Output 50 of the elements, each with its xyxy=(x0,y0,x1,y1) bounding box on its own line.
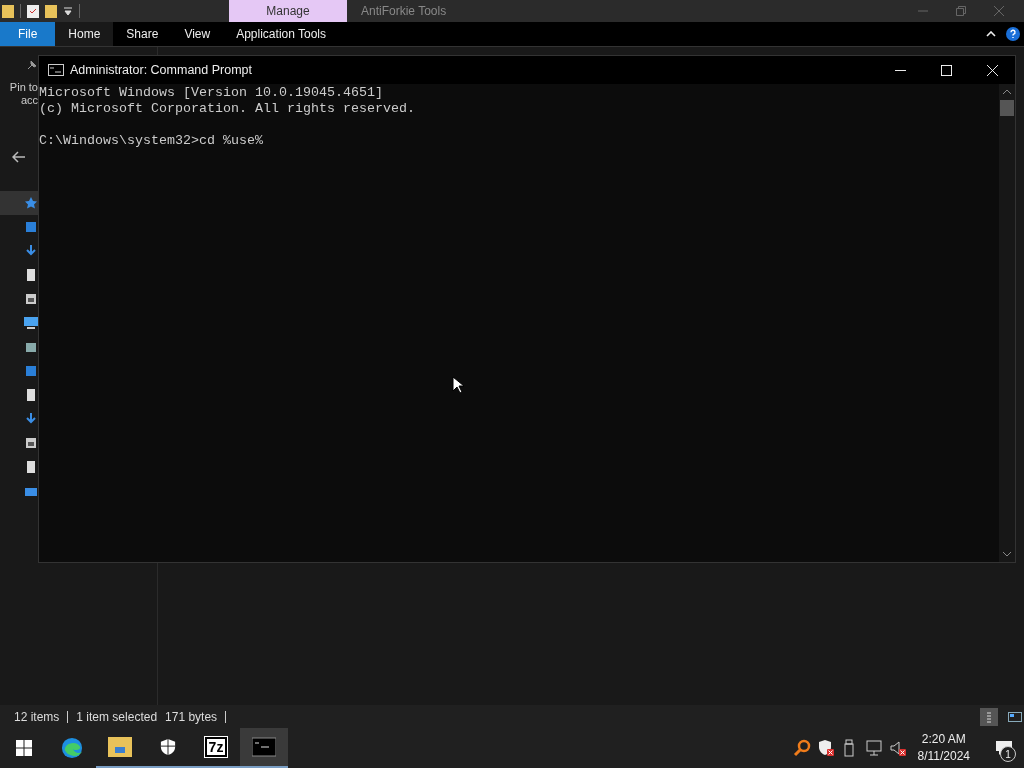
console-icon xyxy=(48,64,64,76)
scrollbar[interactable] xyxy=(999,84,1015,562)
tiles-icon xyxy=(1008,710,1022,723)
clock-date: 8/11/2024 xyxy=(917,748,970,765)
notifications-button[interactable]: 1 xyxy=(984,728,1024,768)
help-icon[interactable] xyxy=(1006,27,1020,41)
context-tab-label[interactable]: Manage xyxy=(229,0,347,22)
item-count: 12 items xyxy=(14,709,60,724)
ribbon-tab[interactable]: Application Tools xyxy=(223,22,340,46)
new-folder-icon[interactable] xyxy=(45,4,57,18)
archiver-logo: 7z xyxy=(204,737,228,757)
window-title: Administrator: Command Prompt xyxy=(70,63,252,77)
details-view-button[interactable] xyxy=(980,707,998,726)
dropdown-icon[interactable] xyxy=(63,6,73,16)
close-icon[interactable] xyxy=(994,6,1004,16)
scroll-thumb[interactable] xyxy=(1000,100,1014,116)
command-prompt-line[interactable]: C:\Windows\system32>cd %use% xyxy=(39,133,263,149)
selection-info: 1 item selected xyxy=(76,709,158,724)
computer-icon xyxy=(24,317,38,329)
mouse-pointer-icon xyxy=(452,376,464,394)
pin-label: acc xyxy=(20,94,38,107)
close-icon xyxy=(986,64,998,76)
download-icon xyxy=(24,413,38,425)
windows-logo-icon xyxy=(16,740,32,756)
clock-time: 2:20 AM xyxy=(921,731,966,748)
ribbon-tab[interactable]: File xyxy=(0,22,56,46)
context-tab-label[interactable]: AntiForkie Tools xyxy=(347,0,461,22)
shield-icon xyxy=(160,739,176,755)
console-output-line: (c) Microsoft Corporation. All rights reserved. xyxy=(39,101,415,117)
restore-icon[interactable] xyxy=(956,6,966,16)
properties-icon[interactable] xyxy=(27,4,39,18)
maximize-icon xyxy=(940,64,952,76)
swirl-icon xyxy=(60,737,84,759)
download-icon xyxy=(24,245,38,257)
star-icon xyxy=(24,197,38,209)
notification-count: 1 xyxy=(1000,746,1016,762)
scroll-up-icon[interactable] xyxy=(1002,89,1012,95)
ribbon-tab[interactable]: Home xyxy=(55,22,114,46)
command-prompt-button[interactable] xyxy=(240,728,288,768)
selection-size: 171 bytes xyxy=(165,709,218,724)
scroll-down-icon[interactable] xyxy=(1002,551,1012,557)
collapse-ribbon-icon[interactable] xyxy=(986,31,996,37)
console-icon xyxy=(252,736,276,758)
back-arrow-icon[interactable] xyxy=(12,151,26,163)
pin-icon[interactable] xyxy=(26,59,38,71)
console-output-line: Microsoft Windows [Version 10.0.19045.4651] xyxy=(39,85,383,101)
clock[interactable]: 2:20 AM 8/11/2024 xyxy=(909,731,978,765)
ribbon-tab[interactable]: View xyxy=(171,22,224,46)
pin-label: Pin to xyxy=(9,81,38,94)
ribbon-tab[interactable]: Share xyxy=(113,22,172,46)
